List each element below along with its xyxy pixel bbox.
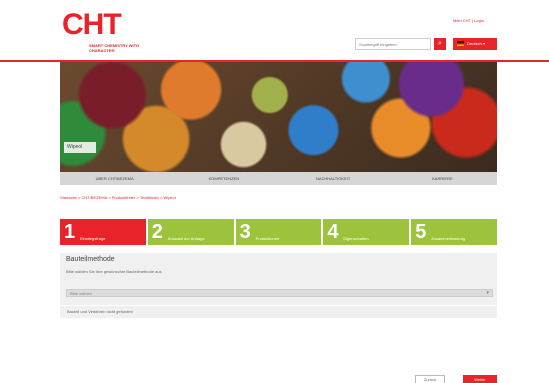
section-title: Bauteilmethode xyxy=(66,256,115,263)
step-label: Einstiegsfrage xyxy=(80,236,106,241)
chevron-down-icon: ▾ xyxy=(486,290,489,296)
cht-logo[interactable]: CHT SMART CHEMISTRY WITH CHARACTER. xyxy=(62,10,142,56)
step-label: Produktionen xyxy=(255,236,280,241)
language-label: Deutsch xyxy=(467,41,482,46)
search-input[interactable] xyxy=(355,38,431,50)
step-number: 1 xyxy=(64,221,76,243)
step-label: Zusammenfassung xyxy=(431,236,466,241)
step-label: Eigenschaften xyxy=(343,236,369,241)
logo-tagline: SMART CHEMISTRY WITH CHARACTER. xyxy=(89,43,139,53)
chevron-down-icon: ▾ xyxy=(482,41,485,46)
hero-caption: Wipeol xyxy=(64,142,96,153)
step-5[interactable]: 5 Zusammenfassung xyxy=(411,219,497,245)
breadcrumb[interactable]: Startseite > CHT/BEZEMA > Produktfinder … xyxy=(60,195,176,200)
german-flag-icon xyxy=(457,41,464,47)
search-button[interactable]: ⌕ xyxy=(434,38,446,50)
step-2[interactable]: 2 Auswahl der Anfrage xyxy=(147,219,234,245)
step-4[interactable]: 4 Eigenschaften xyxy=(323,219,410,245)
step-number: 5 xyxy=(415,221,427,243)
back-button[interactable]: Zurück xyxy=(415,375,445,383)
step-3[interactable]: 3 Produktionen xyxy=(235,219,322,245)
step-label: Auswahl der Anfrage xyxy=(167,236,205,241)
nav-item-competences[interactable]: Kompetenzen xyxy=(169,172,278,185)
search-icon: ⌕ xyxy=(438,40,442,47)
logo-wordmark: CHT xyxy=(62,8,122,41)
select-value: Bitte wählen xyxy=(70,291,92,296)
nav-item-career[interactable]: Karriere xyxy=(388,172,497,185)
step-number: 4 xyxy=(327,221,339,243)
login-link[interactable]: Mein CHT | Login xyxy=(453,18,484,23)
wizard-steps: 1 Einstiegsfrage 2 Auswahl der Anfrage 3… xyxy=(60,219,497,245)
main-navigation: Über CHT/BEZEMA Kompetenzen Nachhaltigke… xyxy=(60,172,497,185)
language-select[interactable]: Deutsch ▾ xyxy=(453,38,497,50)
nav-item-sustainability[interactable]: Nachhaltigkeit xyxy=(279,172,388,185)
step-number: 3 xyxy=(239,221,251,243)
next-button[interactable]: Weiter xyxy=(463,375,497,383)
hero-image: Wipeol xyxy=(60,62,497,172)
method-select[interactable]: Bitte wählen ▾ xyxy=(66,289,493,297)
not-found-note[interactable]: Bauteil und Verfahren nicht gefunden xyxy=(60,305,497,318)
step-number: 2 xyxy=(151,221,163,243)
section-instructions: Bitte wählen Sie Ihre gewünschte Bauteil… xyxy=(66,269,162,274)
nav-item-about[interactable]: Über CHT/BEZEMA xyxy=(60,172,169,185)
step-1[interactable]: 1 Einstiegsfrage xyxy=(60,219,146,245)
